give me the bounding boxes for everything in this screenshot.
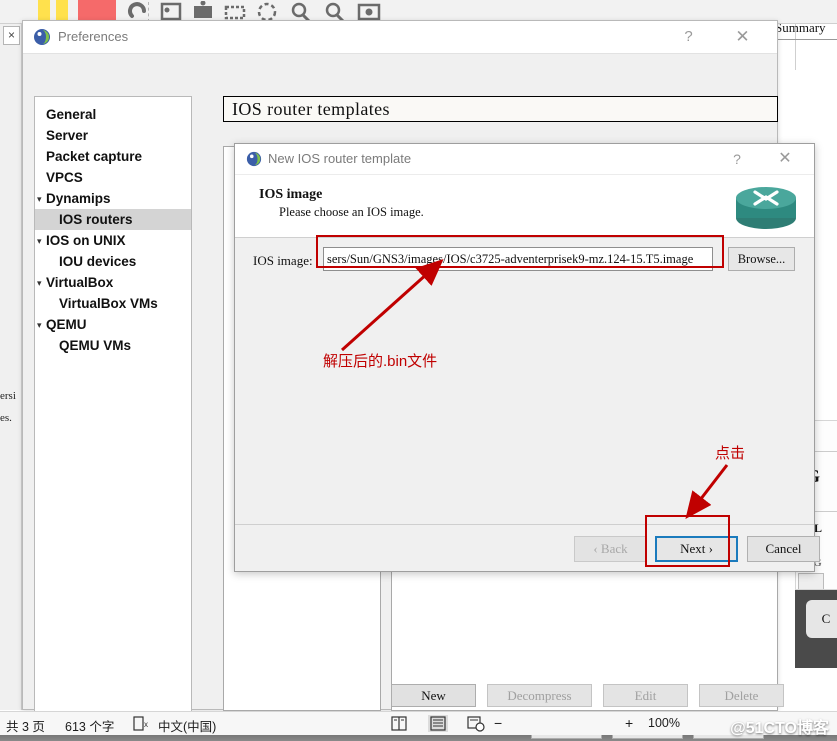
watermark: @51CTO博客 <box>730 720 829 737</box>
new-button[interactable]: New <box>391 684 476 707</box>
web-layout-icon[interactable] <box>466 715 486 732</box>
sidebar-label: VPCS <box>46 170 83 185</box>
swatch-yellow-1[interactable] <box>38 0 50 22</box>
template-action-buttons: New Decompress Edit Delete <box>391 684 784 708</box>
sidebar-label: QEMU VMs <box>59 338 132 353</box>
sidebar-label: General <box>46 107 97 122</box>
browse-button[interactable]: Browse... <box>728 247 795 271</box>
wizard-title-text: New IOS router template <box>268 151 412 166</box>
cisco-router-icon <box>733 182 799 232</box>
card-checkbox[interactable] <box>798 573 824 589</box>
zoom-level[interactable]: 100% <box>648 716 680 730</box>
close-icon[interactable]: ✕ <box>720 21 765 53</box>
toolbar-divider <box>148 2 149 22</box>
sidebar-item-ios-on-unix[interactable]: ▾ IOS on UNIX <box>35 230 191 251</box>
sidebar-item-general[interactable]: General <box>35 104 191 125</box>
annotation-box-next-button <box>645 515 730 567</box>
decompress-button[interactable]: Decompress <box>487 684 592 707</box>
chevron-down-icon[interactable]: ▾ <box>37 272 49 293</box>
gns3-logo-icon <box>246 151 262 167</box>
sidebar-item-packet-capture[interactable]: Packet capture <box>35 146 191 167</box>
chevron-down-icon[interactable]: ▾ <box>37 314 49 335</box>
zoom-in-button[interactable]: + <box>625 715 633 731</box>
background-doc-fragment: ersi es. <box>0 390 22 510</box>
help-button[interactable]: ? <box>666 21 711 53</box>
swatch-yellow-2[interactable] <box>56 0 68 22</box>
swatch-red[interactable] <box>78 0 116 22</box>
annotation-note-button: 点击 <box>715 445 746 462</box>
word-count[interactable]: 613 个字 <box>65 716 114 735</box>
sidebar-item-ios-routers[interactable]: IOS routers <box>35 209 191 230</box>
wizard-cancel-button[interactable]: Cancel <box>747 536 820 562</box>
wizard-step-title: IOS image <box>259 187 323 202</box>
status-bar: 共 3 页 613 个字 x 中文(中国) − + 100% <box>0 711 837 735</box>
svg-text:x: x <box>144 720 148 729</box>
annotation-box-ios-field <box>316 235 724 268</box>
sidebar-item-iou-devices[interactable]: IOU devices <box>35 251 191 272</box>
language-indicator[interactable]: 中文(中国) <box>158 716 216 735</box>
delete-button[interactable]: Delete <box>699 684 784 707</box>
page-count: 共 3 页 <box>6 720 45 734</box>
sidebar-label: IOS routers <box>59 212 133 227</box>
gns3-logo-icon <box>33 28 51 46</box>
sidebar-item-virtualbox-vms[interactable]: VirtualBox VMs <box>35 293 191 314</box>
sidebar-label: VirtualBox <box>46 275 114 290</box>
wizard-header: IOS image Please choose an IOS image. <box>235 175 814 238</box>
print-layout-icon[interactable] <box>389 715 409 732</box>
zoom-out-button[interactable]: − <box>494 715 502 731</box>
sidebar-label: IOS on UNIX <box>46 233 126 248</box>
section-title: IOS router templates <box>223 96 778 122</box>
background-rounded-button[interactable]: C <box>806 600 837 638</box>
sidebar-label: VirtualBox VMs <box>59 296 158 311</box>
sidebar-item-server[interactable]: Server <box>35 125 191 146</box>
wizard-body: IOS image: sers/Sun/GNS3/images/IOS/c372… <box>235 238 814 524</box>
chevron-down-icon[interactable]: ▾ <box>37 188 49 209</box>
wizard-close-icon[interactable]: ✕ <box>764 144 806 174</box>
sidebar-label: Server <box>46 128 89 143</box>
chevron-down-icon[interactable]: ▾ <box>37 230 49 251</box>
sidebar-item-qemu-vms[interactable]: QEMU VMs <box>35 335 191 356</box>
preferences-sidebar: General Server Packet capture VPCS ▾ Dyn… <box>34 96 192 718</box>
screen-root: × ersi es. Summary Ne G Ju ONL ungl for … <box>0 0 837 741</box>
sidebar-label: IOU devices <box>59 254 137 269</box>
sidebar-item-vpcs[interactable]: VPCS <box>35 167 191 188</box>
wizard-titlebar: New IOS router template ? ✕ <box>235 144 814 175</box>
sidebar-label: Dynamips <box>46 191 111 206</box>
sidebar-item-virtualbox[interactable]: ▾ VirtualBox <box>35 272 191 293</box>
doc-fragment-line-1: ersi <box>0 390 16 402</box>
new-ios-router-template-dialog: New IOS router template ? ✕ IOS image Pl… <box>234 143 820 572</box>
sidebar-label: Packet capture <box>46 149 143 164</box>
wizard-step-subtitle: Please choose an IOS image. <box>279 205 424 219</box>
doc-fragment-line-2: es. <box>0 412 12 424</box>
edit-button[interactable]: Edit <box>603 684 688 707</box>
annotation-note-field: 解压后的.bin文件 <box>323 353 438 370</box>
wizard-help-button[interactable]: ? <box>716 144 758 174</box>
sidebar-label: QEMU <box>46 317 87 332</box>
background-close-button[interactable]: × <box>3 26 20 45</box>
background-left-panel <box>0 24 22 710</box>
ios-image-label: IOS image: <box>253 253 313 268</box>
full-reading-icon[interactable] <box>428 715 448 732</box>
back-button[interactable]: ‹ Back <box>574 536 647 562</box>
sidebar-item-dynamips[interactable]: ▾ Dynamips <box>35 188 191 209</box>
sidebar-item-qemu[interactable]: ▾ QEMU <box>35 314 191 335</box>
preferences-titlebar: Preferences ? ✕ <box>23 21 777 54</box>
proofing-icon[interactable]: x <box>131 715 151 732</box>
preferences-title-text: Preferences <box>58 29 129 44</box>
